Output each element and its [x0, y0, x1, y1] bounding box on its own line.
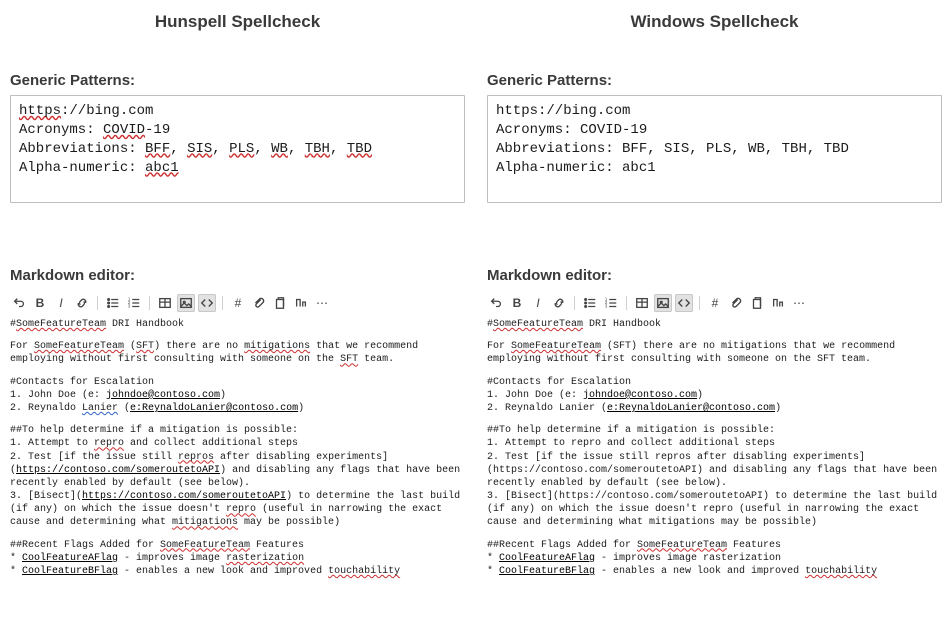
table-icon[interactable] [156, 294, 174, 312]
patterns-label: Generic Patterns: [10, 72, 465, 89]
toolbar-sep [222, 296, 223, 310]
patterns-label: Generic Patterns: [487, 72, 942, 89]
text-size-icon[interactable] [769, 294, 787, 312]
link-icon[interactable] [73, 294, 91, 312]
image-icon[interactable] [654, 294, 672, 312]
windows-patterns-box[interactable]: https://bing.com Acronyms: COVID-19 Abbr… [487, 95, 942, 203]
hunspell-patterns-box[interactable]: https://bing.com Acronyms: COVID-19 Abbr… [10, 95, 465, 203]
pattern-line-abbr: Abbreviations: BFF, SIS, PLS, WB, TBH, T… [19, 140, 456, 159]
copy-icon[interactable] [271, 294, 289, 312]
toolbar-sep [699, 296, 700, 310]
windows-md-body[interactable]: #SomeFeatureTeam DRI Handbook For SomeFe… [487, 318, 942, 578]
pattern-line-an: Alpha-numeric: abc1 [496, 159, 933, 178]
more-icon[interactable]: ⋯ [790, 294, 808, 312]
comparison-page: Hunspell Spellcheck Generic Patterns: ht… [0, 0, 952, 634]
undo-icon[interactable] [10, 294, 28, 312]
ol-icon[interactable]: 123 [125, 294, 143, 312]
md-label: Markdown editor: [10, 267, 465, 284]
copy-icon[interactable] [748, 294, 766, 312]
image-icon[interactable] [177, 294, 195, 312]
bold-icon[interactable]: B [508, 294, 526, 312]
toolbar-sep [626, 296, 627, 310]
undo-icon[interactable] [487, 294, 505, 312]
pattern-line-url: https://bing.com [496, 102, 933, 121]
attach-icon[interactable] [727, 294, 745, 312]
more-icon[interactable]: ⋯ [313, 294, 331, 312]
pattern-line-acronyms: Acronyms: COVID-19 [19, 121, 456, 140]
italic-icon[interactable]: I [52, 294, 70, 312]
pattern-line-url: https://bing.com [19, 102, 456, 121]
attach-icon[interactable] [250, 294, 268, 312]
toolbar-sep [574, 296, 575, 310]
toolbar-sep [97, 296, 98, 310]
code-icon[interactable] [198, 294, 216, 312]
table-icon[interactable] [633, 294, 651, 312]
windows-title: Windows Spellcheck [487, 8, 942, 72]
italic-icon[interactable]: I [529, 294, 547, 312]
pattern-line-acronyms: Acronyms: COVID-19 [496, 121, 933, 140]
md-toolbar: B I 123 # ⋯ [10, 290, 465, 318]
md-toolbar: B I 123 # ⋯ [487, 290, 942, 318]
bold-icon[interactable]: B [31, 294, 49, 312]
hunspell-title: Hunspell Spellcheck [10, 8, 465, 72]
ol-icon[interactable]: 123 [602, 294, 620, 312]
md-label: Markdown editor: [487, 267, 942, 284]
hunspell-md-body[interactable]: #SomeFeatureTeam DRI Handbook For SomeFe… [10, 318, 465, 578]
pattern-line-abbr: Abbreviations: BFF, SIS, PLS, WB, TBH, T… [496, 140, 933, 159]
ul-icon[interactable] [104, 294, 122, 312]
pattern-line-an: Alpha-numeric: abc1 [19, 159, 456, 178]
svg-text:3: 3 [605, 303, 608, 308]
code-icon[interactable] [675, 294, 693, 312]
hunspell-column: Hunspell Spellcheck Generic Patterns: ht… [10, 8, 465, 624]
hash-icon[interactable]: # [229, 294, 247, 312]
text-size-icon[interactable] [292, 294, 310, 312]
link-icon[interactable] [550, 294, 568, 312]
toolbar-sep [149, 296, 150, 310]
ul-icon[interactable] [581, 294, 599, 312]
windows-column: Windows Spellcheck Generic Patterns: htt… [487, 8, 942, 624]
hash-icon[interactable]: # [706, 294, 724, 312]
svg-text:3: 3 [128, 303, 131, 308]
